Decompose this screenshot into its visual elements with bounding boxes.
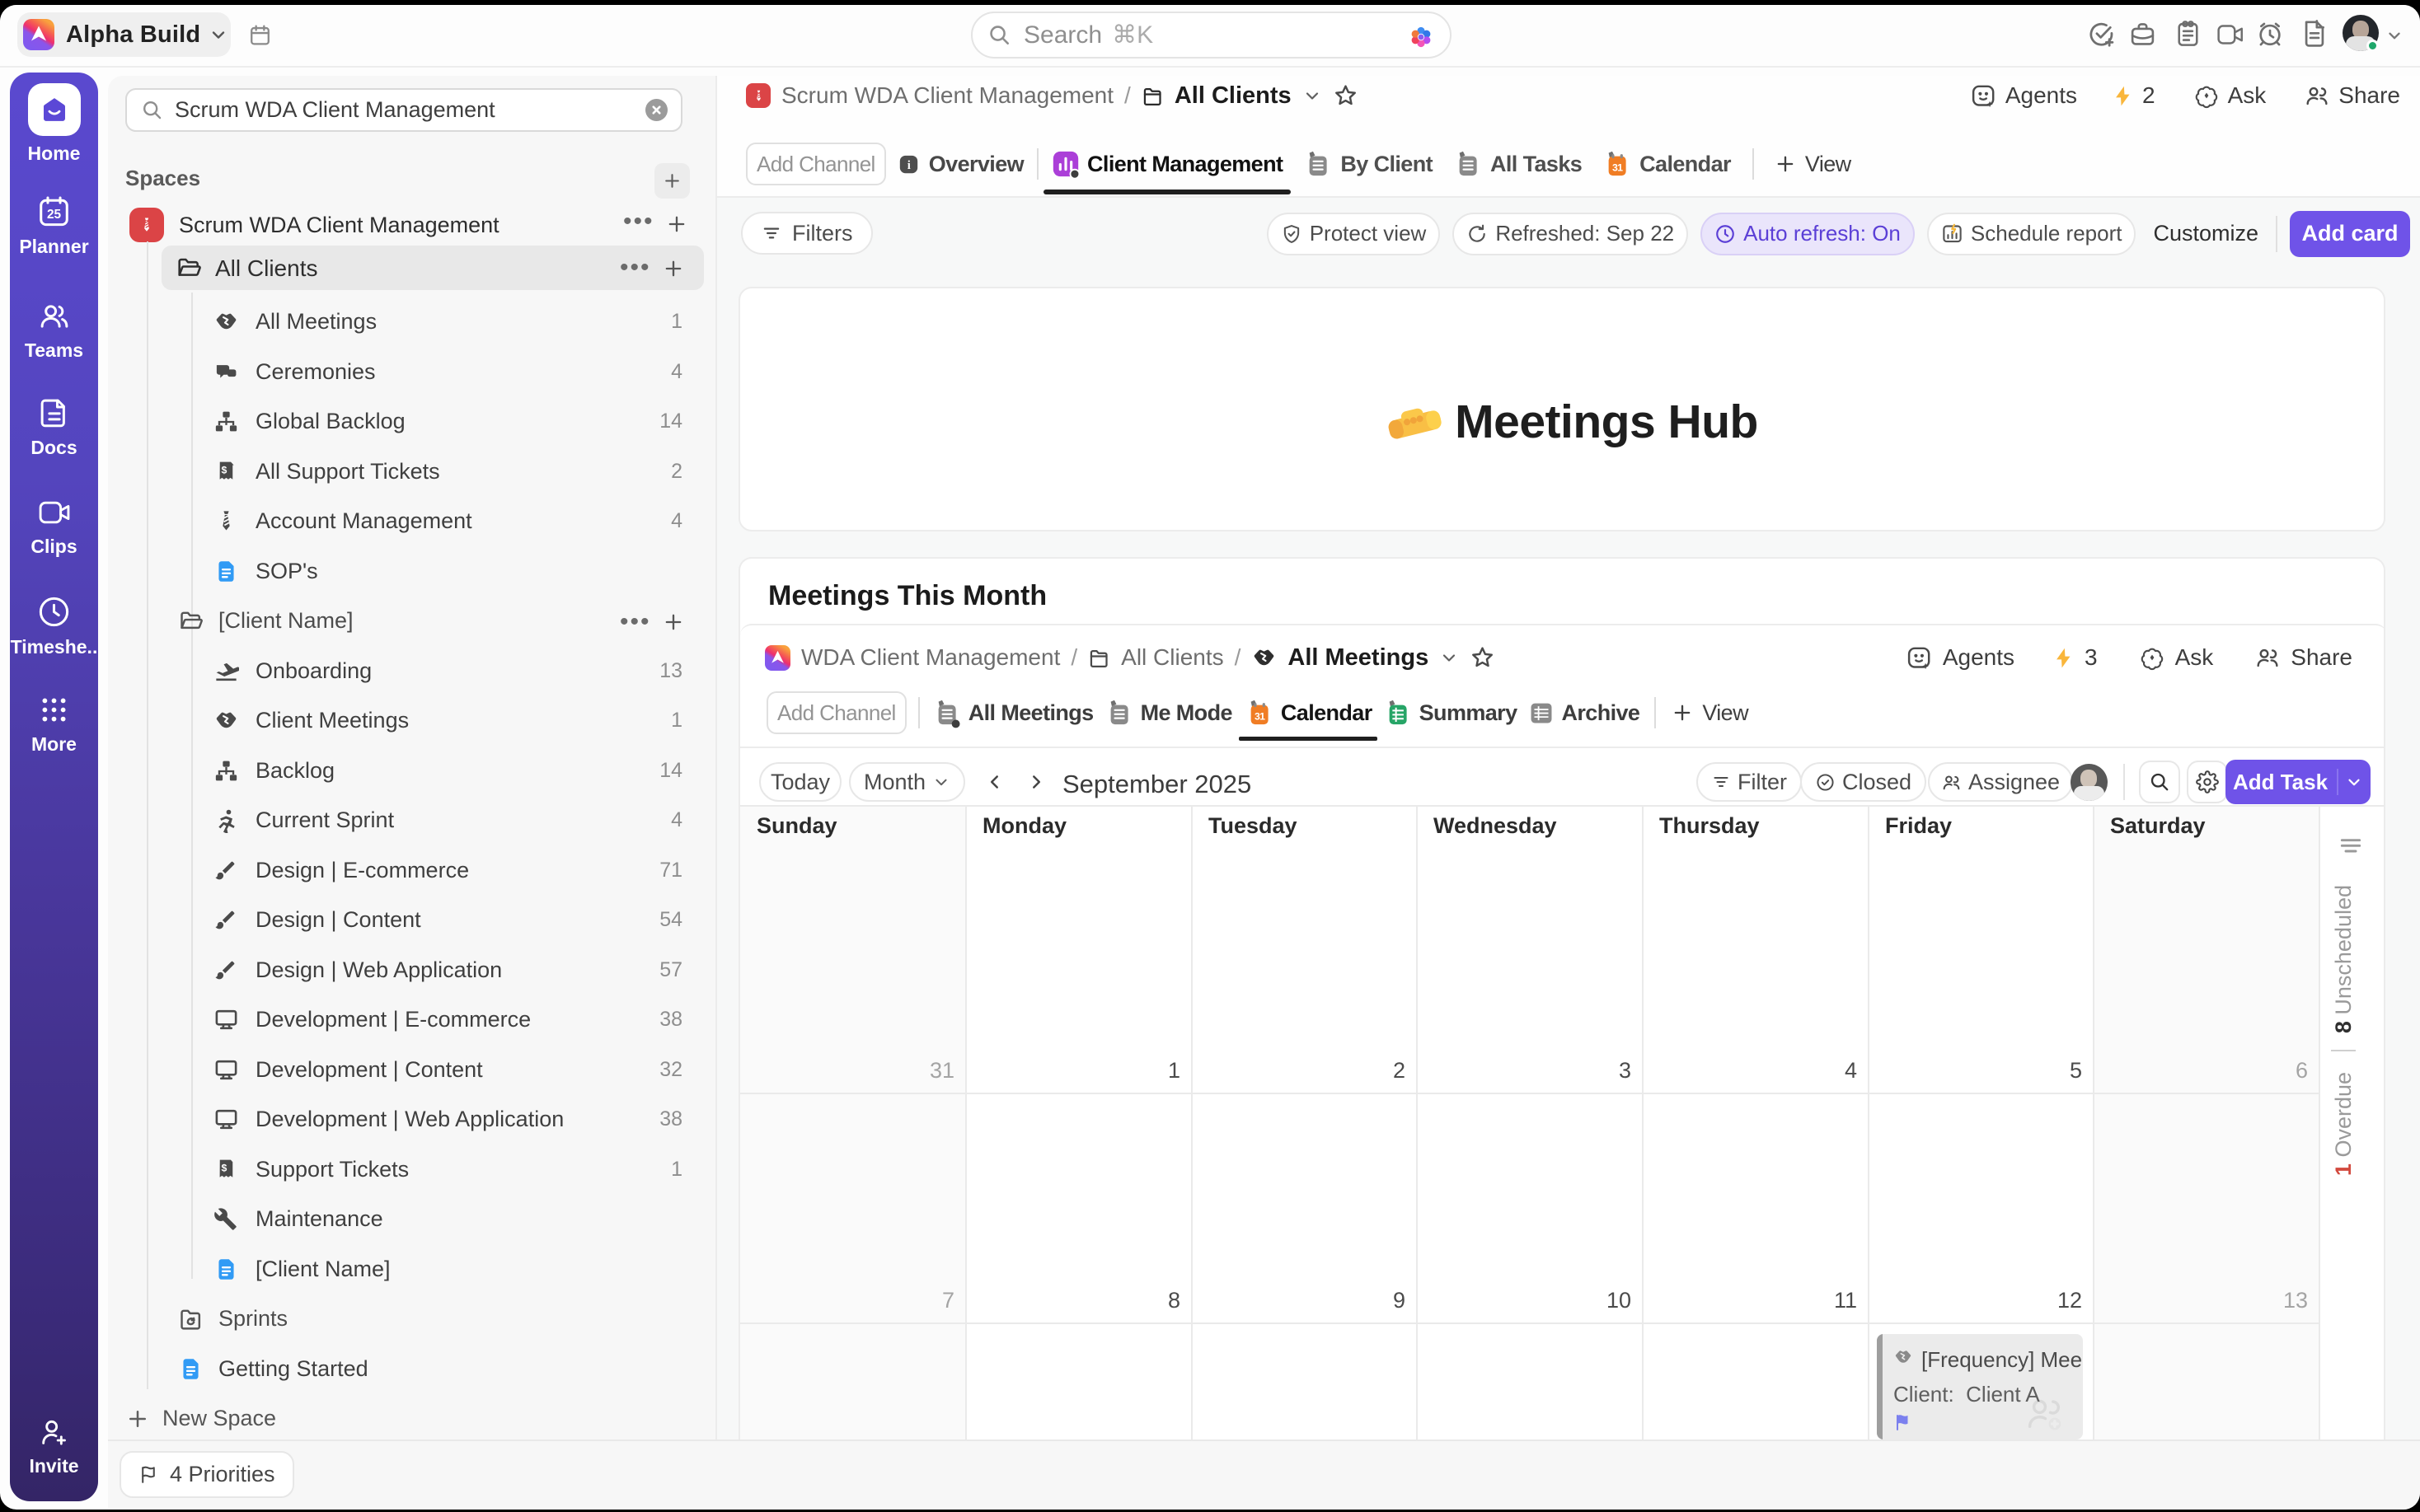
svg-text:31: 31: [1612, 161, 1623, 173]
svg-text:25: 25: [47, 208, 62, 222]
svg-text:$: $: [222, 1163, 227, 1174]
svg-text:i: i: [908, 159, 911, 172]
svg-text:$: $: [222, 465, 227, 476]
svg-text:31: 31: [1255, 710, 1265, 722]
